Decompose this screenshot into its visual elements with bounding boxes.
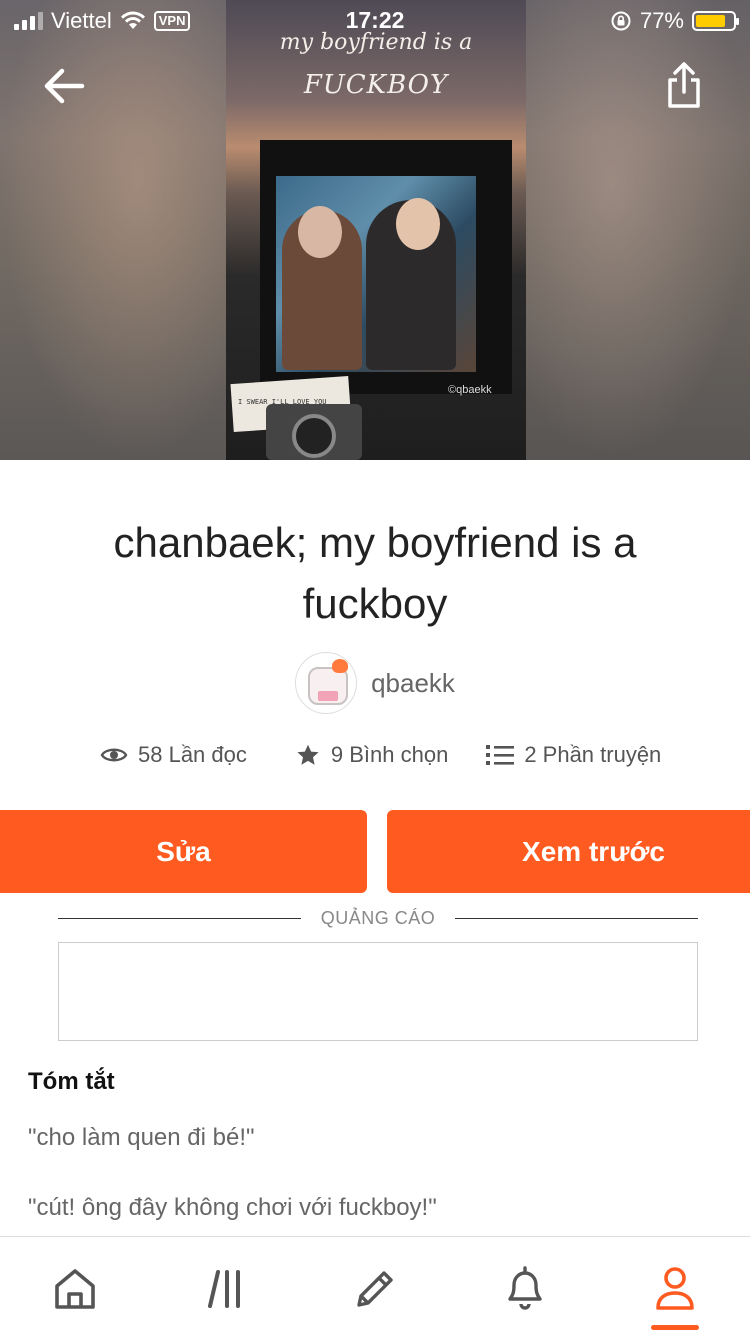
author-name[interactable]: qbaekk	[371, 668, 455, 699]
cover-camera-lens	[292, 414, 336, 458]
rotation-lock-icon	[611, 11, 631, 31]
battery-percent: 77%	[639, 8, 684, 33]
cover-title-line2: FUCKBOY	[303, 70, 449, 100]
status-bar: Viettel VPN 17:22 77%	[0, 0, 750, 40]
edit-button[interactable]: Sửa	[0, 810, 367, 893]
ad-label-row: QUẢNG CÁO	[58, 906, 699, 930]
nav-write[interactable]	[345, 1259, 405, 1319]
nav-library[interactable]	[197, 1259, 257, 1319]
cover-face-right	[396, 198, 440, 250]
ad-divider-left	[58, 917, 301, 919]
battery-icon	[692, 11, 739, 31]
person-icon	[656, 1267, 694, 1310]
author-avatar[interactable]	[295, 652, 358, 714]
backdrop-blur-right	[520, 0, 750, 460]
preview-button[interactable]: Xem trước	[387, 810, 750, 893]
stat-reads-label: 58 Lần đọc	[138, 742, 247, 767]
status-right: 77%	[610, 8, 739, 34]
library-icon	[208, 1270, 240, 1308]
nav-notifications[interactable]	[495, 1259, 555, 1319]
pencil-icon	[357, 1271, 393, 1307]
back-button[interactable]	[38, 60, 90, 112]
stat-parts-label: 2 Phần truyện	[524, 742, 662, 767]
story-cover: my boyfriend is a FUCKBOY ©qbaekk I SWEA…	[226, 0, 526, 460]
bottom-nav	[0, 1236, 750, 1335]
star-icon	[297, 744, 319, 765]
cover-credit: ©qbaekk	[448, 384, 492, 396]
eye-icon	[100, 748, 128, 762]
story-title: chanbaek; my boyfriend is a fuckboy	[113, 519, 637, 627]
summary-heading: Tóm tắt	[28, 1068, 115, 1095]
stat-votes-label: 9 Bình chọn	[330, 742, 449, 767]
stat-reads: 58 Lần đọc	[100, 742, 247, 768]
list-icon	[486, 745, 515, 765]
home-icon	[55, 1269, 95, 1309]
stat-parts: 2 Phần truyện	[486, 742, 661, 768]
backdrop-blur-left	[0, 0, 230, 460]
cover-face-left	[298, 206, 342, 258]
ad-slot[interactable]	[58, 942, 698, 1041]
story-stats: 58 Lần đọc 9 Bình chọn 2 Phần truyện	[100, 742, 680, 768]
share-icon	[668, 62, 700, 108]
summary-line: "cho làm quen đi bé!"	[28, 1124, 255, 1151]
ad-divider-right	[455, 917, 699, 919]
cover-backdrop: my boyfriend is a FUCKBOY ©qbaekk I SWEA…	[0, 0, 750, 460]
ad-label: QUẢNG CÁO	[320, 907, 436, 928]
bell-icon	[508, 1266, 542, 1310]
nav-active-indicator	[651, 1325, 699, 1330]
nav-home[interactable]	[45, 1259, 105, 1319]
share-button[interactable]	[658, 58, 710, 114]
author-row[interactable]: qbaekk	[0, 652, 750, 714]
stat-votes: 9 Bình chọn	[295, 742, 448, 768]
nav-profile[interactable]	[645, 1259, 705, 1319]
arrow-left-icon	[44, 68, 85, 104]
summary-line: "cút! ông đây không chơi với fuckboy!"	[28, 1194, 437, 1221]
